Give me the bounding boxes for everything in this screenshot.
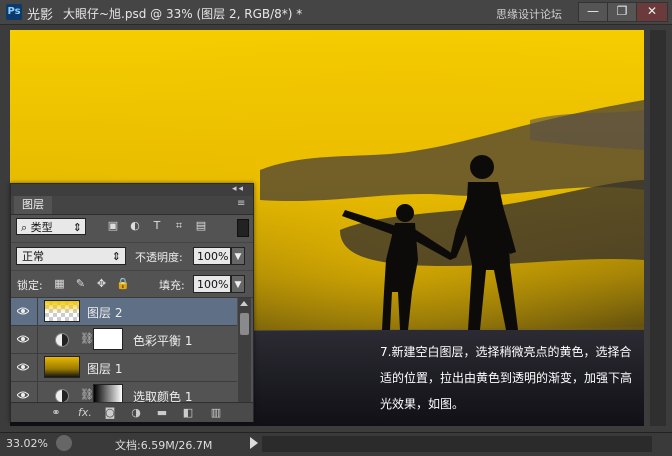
fill-label: 填充: [159, 279, 185, 292]
photoshop-logo-icon[interactable]: Ps [6, 4, 22, 20]
adjustment-layer-icon [55, 389, 69, 402]
smart-object-filter-icon[interactable]: ▤ [195, 220, 207, 232]
panel-menu-icon[interactable]: ≡ [237, 199, 249, 209]
layer-list: 图层 2 ⛓ 色彩平衡 1 图层 1 ⛓ 选取颜色 1 [11, 298, 237, 402]
layer-name[interactable]: 图层 2 [87, 304, 122, 321]
fx-icon[interactable]: fx. [75, 406, 95, 419]
folder-icon[interactable]: ▬ [155, 406, 169, 419]
zoom-icon[interactable] [56, 435, 72, 451]
filter-kind-value: 类型 [30, 221, 53, 234]
chain-link-icon[interactable]: ⛓ [80, 388, 94, 401]
minimize-button[interactable]: — [578, 2, 608, 22]
blend-mode-value: 正常 [22, 250, 44, 263]
collapse-panel-icon[interactable]: ◂◂ [232, 184, 245, 194]
chain-link-icon[interactable]: ⛓ [80, 332, 94, 345]
link-icon[interactable]: ⚭ [49, 406, 63, 419]
opacity-input[interactable]: 100% [193, 247, 231, 265]
lock-transparency-icon[interactable]: ▦ [53, 277, 66, 290]
panel-tab-row: 图层 ≡ [11, 196, 253, 215]
visibility-eye-icon[interactable] [17, 362, 29, 372]
close-button[interactable]: ✕ [636, 2, 668, 22]
layer-mask-thumbnail[interactable] [93, 384, 123, 402]
layer-filter-row: ⌕ 类型 ⇕ ▣ ◐ T ⌗ ▤ [11, 214, 253, 240]
select-arrows-icon: ⇕ [111, 250, 121, 263]
shape-filter-icon[interactable]: ⌗ [173, 220, 185, 232]
search-icon: ⌕ [21, 221, 28, 234]
layer-row-layer2[interactable]: 图层 2 [11, 298, 237, 326]
panel-header[interactable]: ◂◂ [11, 184, 253, 196]
visibility-eye-icon[interactable] [17, 390, 29, 400]
layers-bottom-toolbar: ⚭ fx. ◙ ◑ ▬ ◧ ▥ [11, 402, 253, 422]
tutorial-caption: 7.新建空白图层，选择稍微亮点的黄色，选择合适的位置，拉出由黄色到透明的渐变，加… [380, 345, 633, 411]
status-bar: 33.02% 文档:6.59M/26.7M [0, 432, 672, 456]
opacity-label: 不透明度: [135, 251, 183, 264]
canvas-vertical-scrollbar[interactable] [650, 30, 666, 426]
workspace-label[interactable]: 光影 [27, 4, 53, 23]
forum-watermark: 思缘设计论坛 [496, 8, 562, 21]
lock-pixels-icon[interactable]: ✎ [74, 277, 87, 290]
tab-layers[interactable]: 图层 [14, 196, 52, 214]
scroll-up-icon[interactable] [240, 301, 248, 306]
lock-all-icon[interactable]: 🔒 [116, 277, 130, 290]
layer-row-selective-color[interactable]: ⛓ 选取颜色 1 [11, 382, 237, 402]
layer-mask-thumbnail[interactable] [93, 328, 123, 350]
mask-icon[interactable]: ◙ [103, 406, 117, 419]
blend-mode-select[interactable]: 正常 ⇕ [16, 247, 126, 265]
blend-opacity-row: 正常 ⇕ 不透明度: 100% ▼ [11, 242, 253, 269]
type-filter-icon[interactable]: T [151, 220, 163, 232]
scroll-thumb[interactable] [240, 313, 249, 335]
adjustment-filter-icon[interactable]: ◐ [129, 220, 141, 232]
fill-dropdown-button[interactable]: ▼ [231, 275, 245, 293]
canvas-horizontal-scrollbar[interactable] [262, 436, 652, 452]
layer-row-layer1[interactable]: 图层 1 [11, 354, 237, 382]
trash-icon[interactable]: ▥ [209, 406, 223, 419]
adjustment-icon[interactable]: ◑ [129, 406, 143, 419]
layer-name[interactable]: 图层 1 [87, 360, 122, 377]
layer-name[interactable]: 色彩平衡 1 [133, 332, 192, 349]
visibility-eye-icon[interactable] [17, 306, 29, 316]
filter-toggle-switch[interactable] [237, 219, 249, 237]
visibility-eye-icon[interactable] [17, 334, 29, 344]
restore-button[interactable]: ❐ [607, 2, 637, 22]
pixel-filter-icon[interactable]: ▣ [107, 220, 119, 232]
opacity-dropdown-button[interactable]: ▼ [231, 247, 245, 265]
lock-label: 锁定: [17, 279, 43, 292]
filter-kind-select[interactable]: ⌕ 类型 ⇕ [16, 218, 86, 235]
zoom-level[interactable]: 33.02% [6, 437, 48, 450]
layer-thumbnail[interactable] [44, 356, 80, 378]
select-arrows-icon: ⇕ [72, 221, 82, 234]
layer-thumbnail[interactable] [44, 300, 80, 322]
document-title: 大眼仔~旭.psd @ 33% (图层 2, RGB/8*) * [63, 7, 303, 21]
layer-name[interactable]: 选取颜色 1 [133, 388, 192, 402]
layer-list-scrollbar[interactable] [238, 298, 251, 402]
status-menu-arrow-icon[interactable] [250, 437, 258, 449]
lock-position-icon[interactable]: ✥ [95, 277, 108, 290]
title-bar: Ps 光影 大眼仔~旭.psd @ 33% (图层 2, RGB/8*) * 思… [0, 0, 672, 25]
fill-input[interactable]: 100% [193, 275, 231, 293]
layers-panel: ◂◂ 图层 ≡ ⌕ 类型 ⇕ ▣ ◐ T ⌗ ▤ 正常 ⇕ 不透明度: 100%… [10, 183, 254, 422]
layer-row-color-balance[interactable]: ⛓ 色彩平衡 1 [11, 326, 237, 354]
adjustment-layer-icon [55, 333, 69, 347]
new-layer-icon[interactable]: ◧ [181, 406, 195, 419]
document-size: 文档:6.59M/26.7M [115, 439, 213, 452]
lock-fill-row: 锁定: ▦ ✎ ✥ 🔒 填充: 100% ▼ [11, 270, 253, 298]
